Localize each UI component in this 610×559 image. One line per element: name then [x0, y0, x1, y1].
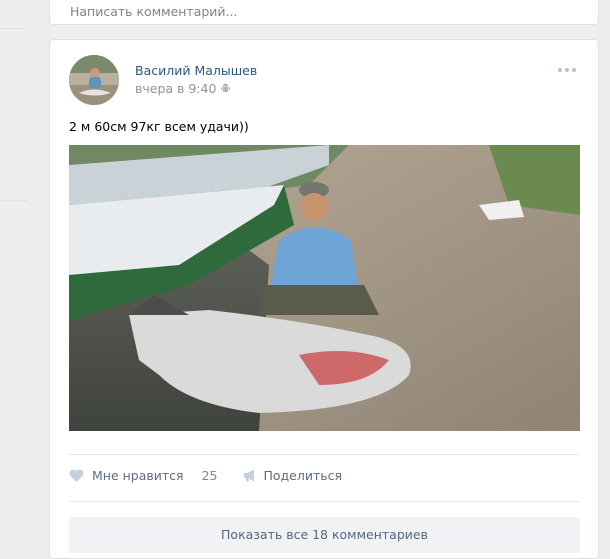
megaphone-icon — [244, 469, 255, 482]
android-icon — [221, 83, 231, 93]
author-name[interactable]: Василий Малышев — [135, 63, 257, 78]
comment-input[interactable]: Написать комментарий... — [70, 4, 237, 19]
post-actions: Мне нравится 25 Поделиться — [69, 468, 342, 483]
like-label: Мне нравится — [92, 468, 184, 483]
like-count: 25 — [201, 468, 218, 483]
comments-divider — [69, 501, 580, 502]
timestamp-text[interactable]: вчера в 9:40 — [135, 81, 216, 96]
more-icon[interactable] — [558, 68, 578, 76]
share-button[interactable]: Поделиться — [243, 468, 342, 483]
post-photo[interactable] — [69, 145, 580, 431]
like-button[interactable]: Мне нравится 25 — [69, 468, 217, 483]
post-timestamp[interactable]: вчера в 9:40 — [135, 81, 231, 96]
share-label: Поделиться — [263, 468, 343, 483]
post-text: 2 м 60см 97кг всем удачи)) — [69, 119, 249, 134]
heart-icon — [69, 469, 84, 482]
avatar[interactable] — [69, 55, 119, 105]
sidebar-divider — [0, 28, 28, 29]
previous-post-card: Написать комментарий... — [49, 0, 599, 25]
post-divider — [69, 454, 580, 455]
post-card: Василий Малышев вчера в 9:40 2 м 60см 97… — [49, 39, 599, 559]
show-all-comments-button[interactable]: Показать все 18 комментариев — [69, 517, 580, 553]
sidebar-divider — [0, 200, 28, 201]
